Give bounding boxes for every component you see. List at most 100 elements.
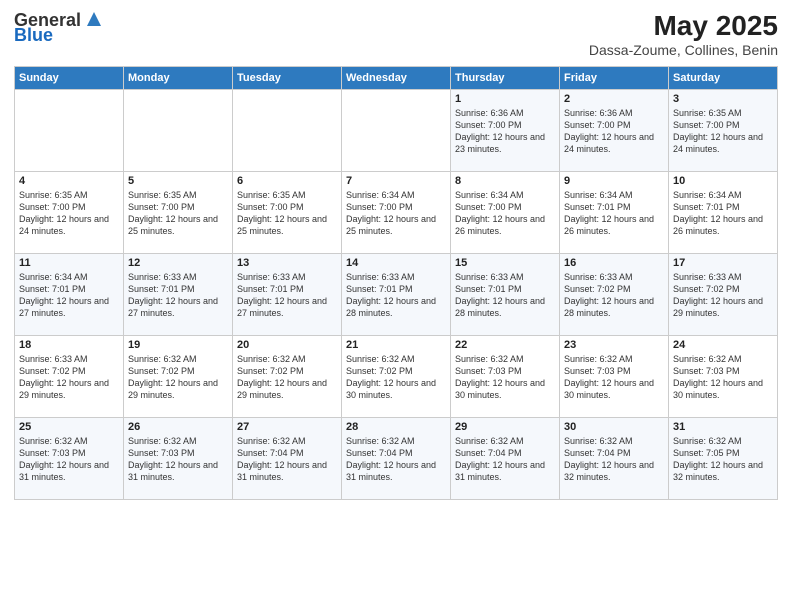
day-number: 25 bbox=[19, 421, 119, 433]
week-row-2: 11 Sunrise: 6:34 AM Sunset: 7:01 PM Dayli… bbox=[15, 254, 778, 336]
day-number: 24 bbox=[673, 339, 773, 351]
calendar-cell: 21 Sunrise: 6:32 AM Sunset: 7:02 PM Dayli… bbox=[342, 336, 451, 418]
day-number: 5 bbox=[128, 175, 228, 187]
cell-content: Sunrise: 6:32 AM Sunset: 7:03 PM Dayligh… bbox=[673, 353, 773, 402]
header: General Blue May 2025 Dassa-Zoume, Colli… bbox=[14, 10, 778, 58]
day-number: 12 bbox=[128, 257, 228, 269]
calendar-cell: 13Sunrise: 6:33 AM Sunset: 7:01 PM Dayli… bbox=[233, 254, 342, 336]
cell-content: Sunrise: 6:32 AM Sunset: 7:02 PM Dayligh… bbox=[128, 353, 228, 402]
cell-content: Sunrise: 6:34 AM Sunset: 7:01 PM Dayligh… bbox=[564, 189, 664, 238]
calendar-cell: 3 Sunrise: 6:35 AM Sunset: 7:00 PM Daylig… bbox=[669, 90, 778, 172]
calendar-cell: 11 Sunrise: 6:34 AM Sunset: 7:01 PM Dayli… bbox=[15, 254, 124, 336]
logo-icon bbox=[83, 8, 105, 30]
calendar-cell: 26 Sunrise: 6:32 AM Sunset: 7:03 PM Dayli… bbox=[124, 418, 233, 500]
day-number: 3 bbox=[673, 93, 773, 105]
weekday-thursday: Thursday bbox=[451, 67, 560, 90]
day-number: 30 bbox=[564, 421, 664, 433]
calendar-table: SundayMondayTuesdayWednesdayThursdayFrid… bbox=[14, 66, 778, 500]
cell-content: Sunrise: 6:32 AM Sunset: 7:03 PM Dayligh… bbox=[564, 353, 664, 402]
day-number: 17 bbox=[673, 257, 773, 269]
cell-content: Sunrise: 6:33 AM Sunset: 7:01 PM Dayligh… bbox=[237, 271, 337, 320]
calendar-cell bbox=[124, 90, 233, 172]
day-number: 27 bbox=[237, 421, 337, 433]
day-number: 15 bbox=[455, 257, 555, 269]
week-row-0: 1 Sunrise: 6:36 AM Sunset: 7:00 PM Daylig… bbox=[15, 90, 778, 172]
day-number: 8 bbox=[455, 175, 555, 187]
weekday-monday: Monday bbox=[124, 67, 233, 90]
calendar-cell: 22 Sunrise: 6:32 AM Sunset: 7:03 PM Dayli… bbox=[451, 336, 560, 418]
calendar-cell bbox=[15, 90, 124, 172]
calendar-cell: 8 Sunrise: 6:34 AM Sunset: 7:00 PM Daylig… bbox=[451, 172, 560, 254]
calendar-cell: 15 Sunrise: 6:33 AM Sunset: 7:01 PM Dayli… bbox=[451, 254, 560, 336]
cell-content: Sunrise: 6:32 AM Sunset: 7:05 PM Dayligh… bbox=[673, 435, 773, 484]
calendar-cell: 29 Sunrise: 6:32 AM Sunset: 7:04 PM Dayli… bbox=[451, 418, 560, 500]
calendar-cell: 24 Sunrise: 6:32 AM Sunset: 7:03 PM Dayli… bbox=[669, 336, 778, 418]
cell-content: Sunrise: 6:33 AM Sunset: 7:02 PM Dayligh… bbox=[564, 271, 664, 320]
cell-content: Sunrise: 6:34 AM Sunset: 7:00 PM Dayligh… bbox=[455, 189, 555, 238]
day-number: 29 bbox=[455, 421, 555, 433]
cell-content: Sunrise: 6:32 AM Sunset: 7:04 PM Dayligh… bbox=[237, 435, 337, 484]
day-number: 7 bbox=[346, 175, 446, 187]
calendar-cell: 18 Sunrise: 6:33 AM Sunset: 7:02 PM Dayli… bbox=[15, 336, 124, 418]
cell-content: Sunrise: 6:32 AM Sunset: 7:02 PM Dayligh… bbox=[237, 353, 337, 402]
weekday-friday: Friday bbox=[560, 67, 669, 90]
cell-content: Sunrise: 6:32 AM Sunset: 7:03 PM Dayligh… bbox=[455, 353, 555, 402]
logo: General Blue bbox=[14, 10, 105, 46]
day-number: 20 bbox=[237, 339, 337, 351]
month-year: May 2025 bbox=[589, 10, 778, 42]
calendar-cell: 2 Sunrise: 6:36 AM Sunset: 7:00 PM Daylig… bbox=[560, 90, 669, 172]
cell-content: Sunrise: 6:33 AM Sunset: 7:01 PM Dayligh… bbox=[455, 271, 555, 320]
cell-content: Sunrise: 6:36 AM Sunset: 7:00 PM Dayligh… bbox=[564, 107, 664, 156]
cell-content: Sunrise: 6:32 AM Sunset: 7:02 PM Dayligh… bbox=[346, 353, 446, 402]
day-number: 14 bbox=[346, 257, 446, 269]
day-number: 22 bbox=[455, 339, 555, 351]
calendar-cell: 6 Sunrise: 6:35 AM Sunset: 7:00 PM Daylig… bbox=[233, 172, 342, 254]
cell-content: Sunrise: 6:35 AM Sunset: 7:00 PM Dayligh… bbox=[673, 107, 773, 156]
calendar-cell: 10 Sunrise: 6:34 AM Sunset: 7:01 PM Dayli… bbox=[669, 172, 778, 254]
calendar-cell: 12Sunrise: 6:33 AM Sunset: 7:01 PM Dayli… bbox=[124, 254, 233, 336]
cell-content: Sunrise: 6:35 AM Sunset: 7:00 PM Dayligh… bbox=[19, 189, 119, 238]
logo-blue: Blue bbox=[14, 25, 53, 46]
calendar-cell bbox=[233, 90, 342, 172]
title-block: May 2025 Dassa-Zoume, Collines, Benin bbox=[589, 10, 778, 58]
cell-content: Sunrise: 6:35 AM Sunset: 7:00 PM Dayligh… bbox=[128, 189, 228, 238]
weekday-wednesday: Wednesday bbox=[342, 67, 451, 90]
week-row-1: 4Sunrise: 6:35 AM Sunset: 7:00 PM Daylig… bbox=[15, 172, 778, 254]
calendar-cell: 30 Sunrise: 6:32 AM Sunset: 7:04 PM Dayli… bbox=[560, 418, 669, 500]
day-number: 28 bbox=[346, 421, 446, 433]
calendar-cell: 25Sunrise: 6:32 AM Sunset: 7:03 PM Dayli… bbox=[15, 418, 124, 500]
day-number: 9 bbox=[564, 175, 664, 187]
week-row-3: 18 Sunrise: 6:33 AM Sunset: 7:02 PM Dayli… bbox=[15, 336, 778, 418]
day-number: 10 bbox=[673, 175, 773, 187]
calendar-cell: 31Sunrise: 6:32 AM Sunset: 7:05 PM Dayli… bbox=[669, 418, 778, 500]
weekday-sunday: Sunday bbox=[15, 67, 124, 90]
calendar-cell: 4Sunrise: 6:35 AM Sunset: 7:00 PM Daylig… bbox=[15, 172, 124, 254]
day-number: 18 bbox=[19, 339, 119, 351]
calendar-cell: 28 Sunrise: 6:32 AM Sunset: 7:04 PM Dayli… bbox=[342, 418, 451, 500]
calendar-cell: 20 Sunrise: 6:32 AM Sunset: 7:02 PM Dayli… bbox=[233, 336, 342, 418]
cell-content: Sunrise: 6:34 AM Sunset: 7:01 PM Dayligh… bbox=[673, 189, 773, 238]
day-number: 1 bbox=[455, 93, 555, 105]
cell-content: Sunrise: 6:32 AM Sunset: 7:03 PM Dayligh… bbox=[128, 435, 228, 484]
cell-content: Sunrise: 6:36 AM Sunset: 7:00 PM Dayligh… bbox=[455, 107, 555, 156]
day-number: 26 bbox=[128, 421, 228, 433]
cell-content: Sunrise: 6:34 AM Sunset: 7:01 PM Dayligh… bbox=[19, 271, 119, 320]
cell-content: Sunrise: 6:35 AM Sunset: 7:00 PM Dayligh… bbox=[237, 189, 337, 238]
day-number: 16 bbox=[564, 257, 664, 269]
calendar-cell: 9 Sunrise: 6:34 AM Sunset: 7:01 PM Daylig… bbox=[560, 172, 669, 254]
day-number: 2 bbox=[564, 93, 664, 105]
page: General Blue May 2025 Dassa-Zoume, Colli… bbox=[0, 0, 792, 612]
cell-content: Sunrise: 6:32 AM Sunset: 7:04 PM Dayligh… bbox=[346, 435, 446, 484]
day-number: 11 bbox=[19, 257, 119, 269]
day-number: 23 bbox=[564, 339, 664, 351]
calendar-cell: 23 Sunrise: 6:32 AM Sunset: 7:03 PM Dayli… bbox=[560, 336, 669, 418]
calendar-cell: 5 Sunrise: 6:35 AM Sunset: 7:00 PM Daylig… bbox=[124, 172, 233, 254]
cell-content: Sunrise: 6:32 AM Sunset: 7:04 PM Dayligh… bbox=[564, 435, 664, 484]
weekday-header-row: SundayMondayTuesdayWednesdayThursdayFrid… bbox=[15, 67, 778, 90]
weekday-tuesday: Tuesday bbox=[233, 67, 342, 90]
weekday-saturday: Saturday bbox=[669, 67, 778, 90]
day-number: 21 bbox=[346, 339, 446, 351]
day-number: 6 bbox=[237, 175, 337, 187]
cell-content: Sunrise: 6:32 AM Sunset: 7:04 PM Dayligh… bbox=[455, 435, 555, 484]
cell-content: Sunrise: 6:33 AM Sunset: 7:02 PM Dayligh… bbox=[19, 353, 119, 402]
